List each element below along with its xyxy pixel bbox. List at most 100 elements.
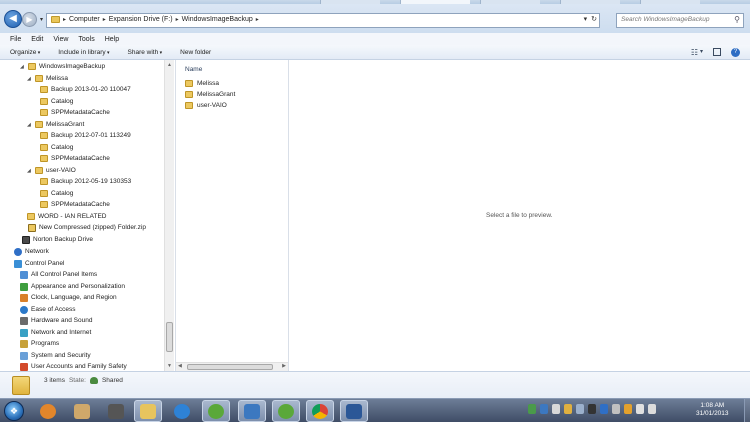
network-tray-icon[interactable] bbox=[636, 404, 644, 414]
scrollbar-thumb[interactable] bbox=[166, 322, 173, 352]
tree-item[interactable]: ◢ MelissaGrant bbox=[27, 119, 84, 131]
tray-icon[interactable] bbox=[624, 404, 632, 414]
menu-view[interactable]: View bbox=[53, 36, 68, 43]
scroll-left-arrow-icon[interactable]: ◀ bbox=[178, 363, 182, 369]
share-with-button[interactable]: Share with bbox=[128, 49, 163, 56]
refresh-icon[interactable]: ↻ bbox=[591, 15, 597, 23]
tree-item[interactable]: New Compressed (zipped) Folder.zip bbox=[28, 222, 146, 234]
tree-item[interactable]: WORD - IAN RELATED bbox=[27, 211, 107, 223]
preview-pane-icon[interactable] bbox=[713, 48, 721, 56]
tree-item[interactable]: SPPMetadataCache bbox=[40, 153, 110, 165]
list-item[interactable]: Melissa bbox=[185, 80, 219, 87]
tree-item[interactable]: All Control Panel Items bbox=[20, 269, 97, 281]
tree-item[interactable]: Hardware and Sound bbox=[20, 315, 92, 327]
chevron-right-icon[interactable]: ▸ bbox=[176, 16, 179, 23]
change-view-icon[interactable]: ☷ bbox=[691, 48, 698, 57]
tray-icon[interactable] bbox=[564, 404, 572, 414]
list-item-label: user-VAIO bbox=[197, 102, 227, 109]
tray-icon[interactable] bbox=[588, 404, 596, 414]
tree-item[interactable]: Catalog bbox=[40, 142, 73, 154]
tree-item[interactable]: Network and Internet bbox=[20, 327, 91, 339]
navigation-scrollbar[interactable]: ▲ ▼ bbox=[164, 60, 174, 371]
menu-tools[interactable]: Tools bbox=[78, 36, 94, 43]
menu-file[interactable]: File bbox=[10, 36, 21, 43]
expand-arrow-icon[interactable]: ◢ bbox=[20, 64, 25, 70]
tray-icon[interactable] bbox=[528, 404, 536, 414]
app-icon bbox=[244, 403, 260, 419]
show-desktop-button[interactable] bbox=[744, 399, 750, 422]
folder-icon bbox=[40, 190, 48, 198]
breadcrumb-windowsimagebackup[interactable]: WindowsImageBackup bbox=[182, 16, 253, 23]
column-header-name[interactable]: Name bbox=[185, 66, 202, 73]
tree-item[interactable]: Programs bbox=[20, 338, 59, 350]
tree-item[interactable]: Backup 2012-07-01 113249 bbox=[40, 130, 131, 142]
tree-item[interactable]: Norton Backup Drive bbox=[22, 234, 93, 246]
scroll-right-arrow-icon[interactable]: ▶ bbox=[282, 363, 286, 369]
tree-item[interactable]: Network bbox=[14, 246, 49, 258]
tree-item[interactable]: Backup 2013-01-20 110047 bbox=[40, 84, 131, 96]
expand-arrow-icon[interactable]: ◢ bbox=[27, 76, 32, 82]
tree-item[interactable]: System and Security bbox=[20, 350, 91, 362]
start-button[interactable]: ❖ bbox=[4, 401, 24, 421]
help-icon[interactable]: ? bbox=[731, 48, 740, 57]
tree-item[interactable]: ◢ user-VAIO bbox=[27, 165, 76, 177]
list-item[interactable]: MelissaGrant bbox=[185, 91, 235, 98]
tree-item[interactable]: ◢ WindowsImageBackup bbox=[20, 61, 105, 73]
taskbar-media-player[interactable] bbox=[34, 400, 62, 422]
tree-item-label: Melissa bbox=[46, 75, 69, 83]
taskbar-word[interactable] bbox=[340, 400, 368, 422]
volume-tray-icon[interactable] bbox=[648, 404, 656, 414]
address-dropdown-icon[interactable]: ▾ bbox=[584, 15, 588, 23]
taskbar-chrome[interactable] bbox=[306, 400, 334, 422]
tree-item[interactable]: Catalog bbox=[40, 188, 73, 200]
tree-item[interactable]: Appearance and Personalization bbox=[20, 281, 125, 293]
tray-icon[interactable] bbox=[612, 404, 620, 414]
scroll-down-arrow-icon[interactable]: ▼ bbox=[167, 363, 172, 369]
tree-item[interactable]: Backup 2012-05-19 130353 bbox=[40, 176, 131, 188]
organize-button[interactable]: Organize bbox=[10, 49, 40, 56]
search-icon[interactable]: ⚲ bbox=[734, 15, 740, 24]
expand-arrow-icon[interactable]: ◢ bbox=[27, 168, 32, 174]
taskbar-app[interactable] bbox=[202, 400, 230, 422]
tray-icon[interactable] bbox=[576, 404, 584, 414]
chevron-right-icon[interactable]: ▸ bbox=[63, 16, 66, 23]
breadcrumb-expansion-drive[interactable]: Expansion Drive (F:) bbox=[109, 16, 173, 23]
list-item[interactable]: user-VAIO bbox=[185, 102, 227, 109]
tree-item[interactable]: Catalog bbox=[40, 96, 73, 108]
forward-button[interactable]: ▶ bbox=[22, 12, 37, 27]
tree-item[interactable]: User Accounts and Family Safety bbox=[20, 361, 127, 371]
chevron-right-icon[interactable]: ▸ bbox=[256, 16, 259, 23]
tree-item[interactable]: Control Panel bbox=[14, 258, 64, 270]
taskbar-app[interactable] bbox=[272, 400, 300, 422]
tree-item[interactable]: ◢ Melissa bbox=[27, 73, 68, 85]
file-list-horizontal-scrollbar[interactable]: ◀ ▶ bbox=[176, 362, 288, 371]
scrollbar-thumb[interactable] bbox=[187, 364, 273, 370]
taskbar-app[interactable] bbox=[238, 400, 266, 422]
tree-item[interactable]: Ease of Access bbox=[20, 304, 75, 316]
scroll-up-arrow-icon[interactable]: ▲ bbox=[167, 62, 172, 68]
folder-icon bbox=[40, 201, 48, 209]
include-in-library-button[interactable]: Include in library bbox=[58, 49, 109, 56]
tree-item[interactable]: Clock, Language, and Region bbox=[20, 292, 117, 304]
taskbar-explorer[interactable] bbox=[134, 400, 162, 422]
tray-icon[interactable] bbox=[540, 404, 548, 414]
tray-icon[interactable] bbox=[552, 404, 560, 414]
breadcrumb-computer[interactable]: Computer bbox=[69, 16, 100, 23]
recent-pages-dropdown[interactable]: ▾ bbox=[40, 16, 43, 23]
search-input[interactable]: Search WindowsImageBackup ⚲ bbox=[616, 13, 744, 28]
address-bar[interactable]: ▸ Computer ▸ Expansion Drive (F:) ▸ Wind… bbox=[46, 13, 600, 28]
back-button[interactable]: ◀ bbox=[4, 10, 22, 28]
menu-help[interactable]: Help bbox=[105, 36, 119, 43]
chevron-right-icon[interactable]: ▸ bbox=[103, 16, 106, 23]
taskbar-internet-explorer[interactable] bbox=[168, 400, 196, 422]
system-clock[interactable]: 1:08 AM 31/01/2013 bbox=[696, 402, 729, 418]
tree-item[interactable]: SPPMetadataCache bbox=[40, 199, 110, 211]
expand-arrow-icon[interactable]: ◢ bbox=[27, 122, 32, 128]
taskbar-app[interactable] bbox=[68, 400, 96, 422]
new-folder-button[interactable]: New folder bbox=[180, 49, 211, 56]
menu-edit[interactable]: Edit bbox=[31, 36, 43, 43]
view-dropdown-icon[interactable]: ▾ bbox=[700, 48, 703, 57]
tree-item[interactable]: SPPMetadataCache bbox=[40, 107, 110, 119]
taskbar-app[interactable] bbox=[102, 400, 130, 422]
tray-icon[interactable] bbox=[600, 404, 608, 414]
